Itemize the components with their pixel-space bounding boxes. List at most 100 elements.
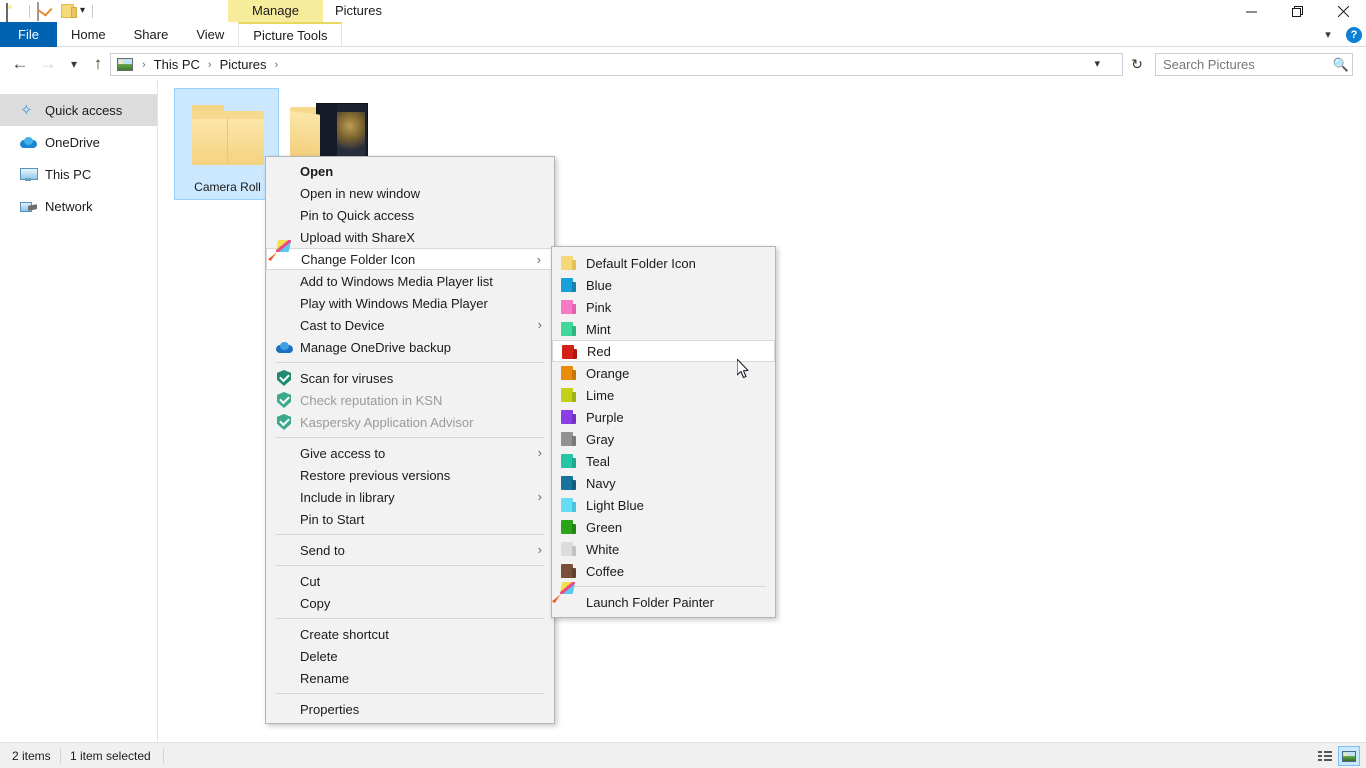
restore-icon[interactable] bbox=[1274, 0, 1320, 22]
submenu-item-coffee[interactable]: Coffee bbox=[552, 560, 775, 582]
list-item[interactable]: Camera Roll bbox=[174, 88, 279, 200]
menu-item-change-folder-icon[interactable]: Change Folder Icon › bbox=[266, 248, 554, 270]
contextual-tab-header: Manage bbox=[228, 0, 323, 22]
new-folder-icon[interactable] bbox=[61, 3, 77, 19]
menu-item-send-to[interactable]: Send to › bbox=[266, 539, 554, 561]
menu-item-scan-for-viruses[interactable]: Scan for viruses bbox=[266, 367, 554, 389]
breadcrumb-this-pc[interactable]: This PC bbox=[151, 57, 203, 72]
submenu-item-teal[interactable]: Teal bbox=[552, 450, 775, 472]
menu-item-check-reputation-in-ksn: Check reputation in KSN bbox=[266, 389, 554, 411]
ribbon-right-controls: ▾ ? bbox=[1319, 22, 1362, 47]
folder-swatch-icon bbox=[561, 256, 576, 270]
sidebar-item-quick-access[interactable]: ✧ Quick access bbox=[0, 94, 157, 126]
sidebar-item-this-pc[interactable]: This PC bbox=[0, 158, 157, 190]
submenu-item-navy[interactable]: Navy bbox=[552, 472, 775, 494]
breadcrumb-pictures[interactable]: Pictures bbox=[217, 57, 270, 72]
details-view-icon[interactable] bbox=[1314, 746, 1336, 766]
menu-item-play-with-wmp[interactable]: Play with Windows Media Player bbox=[266, 292, 554, 314]
shield-icon bbox=[276, 392, 292, 408]
sidebar-item-label: Quick access bbox=[45, 102, 122, 119]
cloud-icon bbox=[20, 134, 37, 151]
properties-icon[interactable] bbox=[37, 3, 53, 19]
breadcrumb-separator: › bbox=[203, 59, 217, 71]
folder-swatch-icon bbox=[562, 345, 577, 359]
menu-item-restore-previous-versions[interactable]: Restore previous versions bbox=[266, 464, 554, 486]
item-count-label: 2 items bbox=[12, 743, 51, 768]
breadcrumb[interactable]: › This PC › Pictures › ▾ bbox=[110, 53, 1123, 76]
menu-item-cut[interactable]: Cut bbox=[266, 570, 554, 592]
search-icon[interactable]: 🔍 bbox=[1330, 57, 1352, 73]
menu-item-create-shortcut[interactable]: Create shortcut bbox=[266, 623, 554, 645]
submenu-item-pink[interactable]: Pink bbox=[552, 296, 775, 318]
menu-item-rename[interactable]: Rename bbox=[266, 667, 554, 689]
search-placeholder: Search Pictures bbox=[1156, 57, 1330, 72]
menu-item-upload-with-sharex[interactable]: Upload with ShareX bbox=[266, 226, 554, 248]
tab-home[interactable]: Home bbox=[57, 22, 120, 47]
view-toggle-group bbox=[1314, 746, 1360, 766]
menu-separator bbox=[276, 362, 544, 363]
menu-item-properties[interactable]: Properties bbox=[266, 698, 554, 720]
menu-separator bbox=[276, 693, 544, 694]
tab-picture-tools[interactable]: Picture Tools bbox=[238, 22, 342, 47]
folder-swatch-icon bbox=[561, 498, 576, 512]
menu-item-pin-to-start[interactable]: Pin to Start bbox=[266, 508, 554, 530]
menu-item-delete[interactable]: Delete bbox=[266, 645, 554, 667]
customize-chevron-icon[interactable]: ▾ bbox=[80, 3, 85, 19]
tab-view[interactable]: View bbox=[182, 22, 238, 47]
address-bar: ← → ▾ ↑ › This PC › Pictures › ▾ ↻ Searc… bbox=[0, 48, 1366, 80]
menu-item-kaspersky-application-advisor: Kaspersky Application Advisor bbox=[266, 411, 554, 433]
sidebar-item-onedrive[interactable]: OneDrive bbox=[0, 126, 157, 158]
menu-item-open[interactable]: Open bbox=[266, 160, 554, 182]
back-arrow-icon[interactable]: ← bbox=[8, 52, 32, 76]
menu-item-cast-to-device[interactable]: Cast to Device › bbox=[266, 314, 554, 336]
submenu-item-gray[interactable]: Gray bbox=[552, 428, 775, 450]
change-folder-icon-submenu[interactable]: Default Folder Icon Blue Pink Mint Red O… bbox=[551, 246, 776, 618]
submenu-item-light-blue[interactable]: Light Blue bbox=[552, 494, 775, 516]
menu-item-manage-onedrive-backup[interactable]: Manage OneDrive backup bbox=[266, 336, 554, 358]
submenu-item-green[interactable]: Green bbox=[552, 516, 775, 538]
recent-locations-chevron-icon[interactable]: ▾ bbox=[62, 52, 86, 76]
picture-icon[interactable] bbox=[6, 3, 22, 19]
breadcrumb-dropdown-icon[interactable]: ▾ bbox=[1094, 54, 1100, 75]
chevron-down-icon[interactable]: ▾ bbox=[1319, 28, 1337, 41]
sidebar-item-network[interactable]: Network bbox=[0, 190, 157, 222]
divider bbox=[92, 5, 93, 18]
menu-separator bbox=[276, 565, 544, 566]
file-explorer-window: ▾ Manage Pictures File bbox=[0, 0, 1366, 768]
submenu-item-lime[interactable]: Lime bbox=[552, 384, 775, 406]
forward-arrow-icon[interactable]: → bbox=[36, 52, 60, 76]
submenu-item-blue[interactable]: Blue bbox=[552, 274, 775, 296]
divider bbox=[60, 748, 61, 764]
network-icon bbox=[20, 198, 37, 215]
context-menu[interactable]: Open Open in new window Pin to Quick acc… bbox=[265, 156, 555, 724]
folder-swatch-icon bbox=[561, 410, 576, 424]
tab-file[interactable]: File bbox=[0, 22, 57, 47]
submenu-item-launch-folder-painter[interactable]: Launch Folder Painter bbox=[552, 591, 775, 613]
help-icon[interactable]: ? bbox=[1346, 27, 1362, 43]
submenu-item-purple[interactable]: Purple bbox=[552, 406, 775, 428]
monitor-icon bbox=[20, 166, 37, 183]
submenu-item-white[interactable]: White bbox=[552, 538, 775, 560]
menu-item-pin-to-quick-access[interactable]: Pin to Quick access bbox=[266, 204, 554, 226]
divider bbox=[163, 748, 164, 764]
navigation-pane: ✧ Quick access OneDrive This PC Network bbox=[0, 80, 158, 742]
large-icons-view-icon[interactable] bbox=[1338, 746, 1360, 766]
menu-item-give-access-to[interactable]: Give access to › bbox=[266, 442, 554, 464]
tab-share[interactable]: Share bbox=[120, 22, 183, 47]
breadcrumb-separator: › bbox=[137, 59, 151, 71]
menu-item-add-to-wmp-list[interactable]: Add to Windows Media Player list bbox=[266, 270, 554, 292]
menu-item-copy[interactable]: Copy bbox=[266, 592, 554, 614]
status-bar: 2 items 1 item selected bbox=[0, 742, 1366, 768]
submenu-item-mint[interactable]: Mint bbox=[552, 318, 775, 340]
refresh-icon[interactable]: ↻ bbox=[1126, 53, 1148, 76]
search-input[interactable]: Search Pictures 🔍 bbox=[1155, 53, 1353, 76]
minimize-icon[interactable] bbox=[1228, 0, 1274, 22]
up-arrow-icon[interactable]: ↑ bbox=[86, 52, 110, 76]
folder-swatch-icon bbox=[561, 300, 576, 314]
menu-item-include-in-library[interactable]: Include in library › bbox=[266, 486, 554, 508]
close-icon[interactable] bbox=[1320, 0, 1366, 22]
pictures-folder-icon bbox=[117, 58, 133, 71]
submenu-item-default-folder-icon[interactable]: Default Folder Icon bbox=[552, 252, 775, 274]
menu-item-open-in-new-window[interactable]: Open in new window bbox=[266, 182, 554, 204]
ribbon-tabs: File Home Share View Picture Tools bbox=[0, 22, 342, 47]
